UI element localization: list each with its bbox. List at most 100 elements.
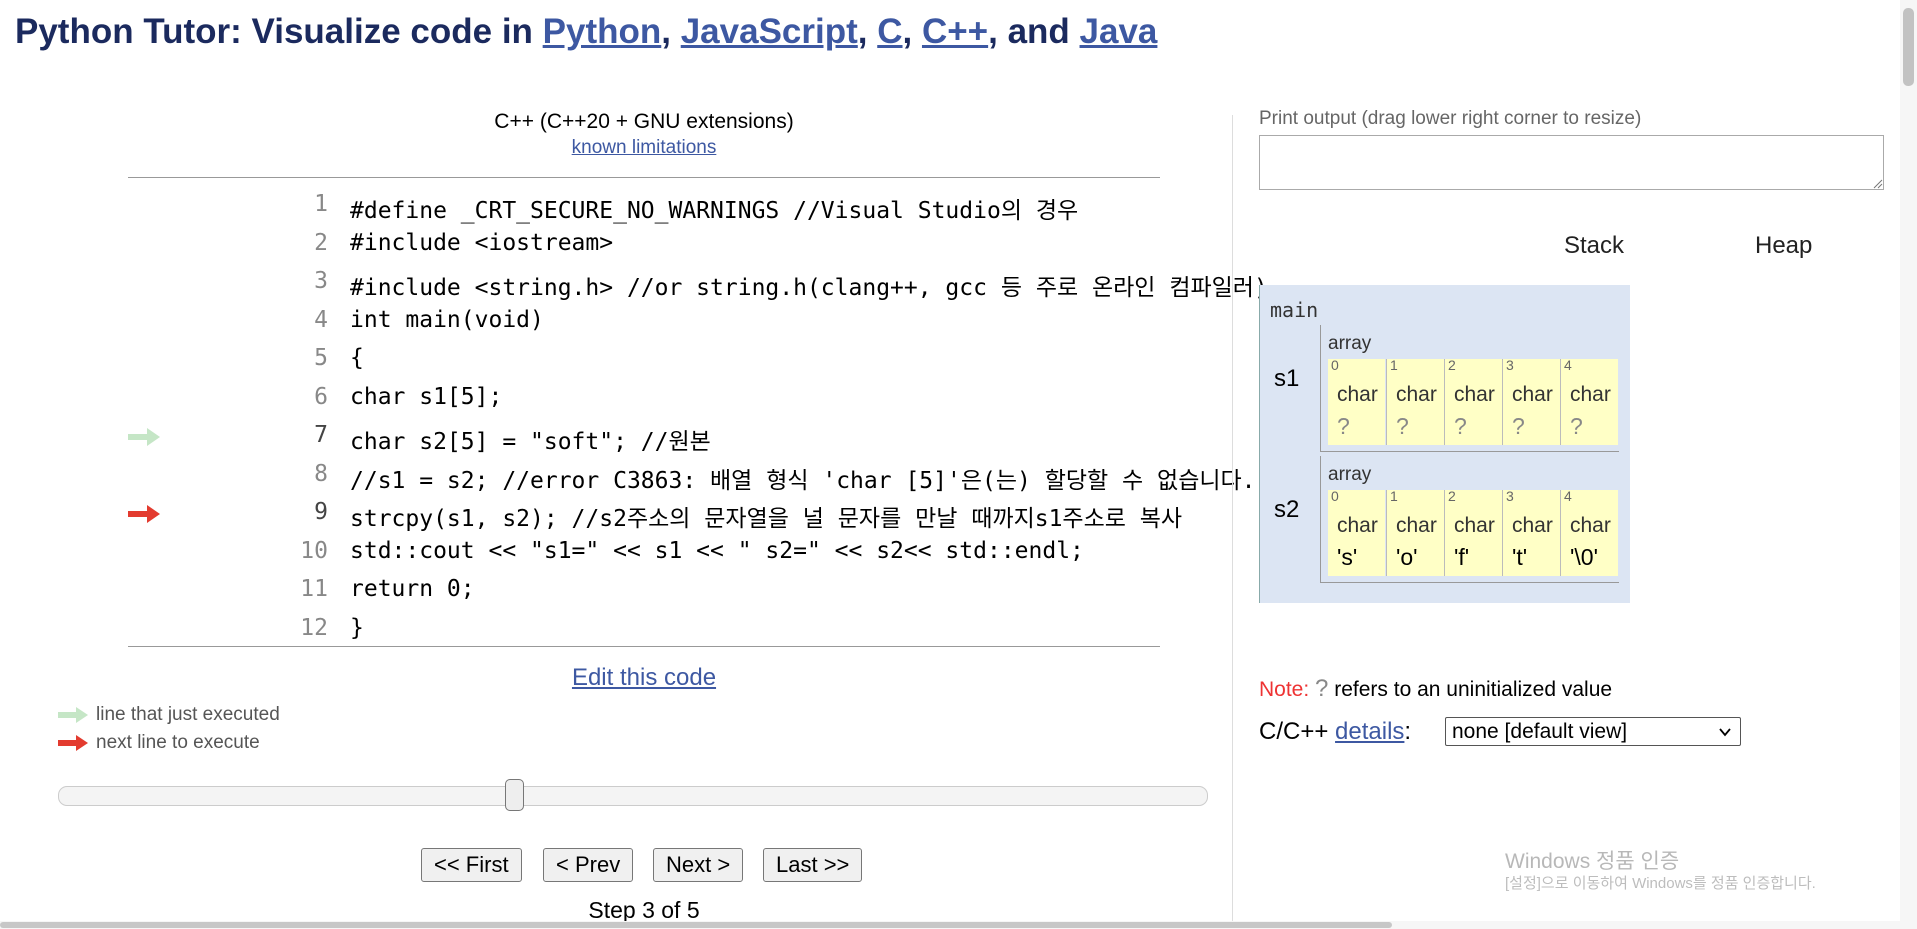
- page-title: Python Tutor: Visualize code in Python , …: [15, 12, 1157, 52]
- note-text: refers to an uninitialized value: [1334, 678, 1613, 701]
- array-cell: 0 char 's': [1328, 488, 1385, 576]
- next-button[interactable]: Next >: [653, 848, 744, 882]
- cell-value: 't': [1512, 544, 1528, 570]
- cell-value: ?: [1454, 413, 1467, 439]
- array-cell: 1 char 'o': [1386, 488, 1444, 576]
- note-symbol: ?: [1315, 675, 1329, 702]
- details-prefix: C/C++: [1259, 718, 1329, 745]
- vertical-scrollbar[interactable]: [1900, 0, 1917, 929]
- line-number: 9: [314, 499, 328, 525]
- code-display: 1 #define _CRT_SECURE_NO_WARNINGS //Visua…: [128, 177, 1268, 649]
- array-index: 1: [1390, 357, 1398, 373]
- array-index: 3: [1506, 357, 1514, 373]
- last-button[interactable]: Last >>: [763, 848, 863, 882]
- array-cell: 3 char 't': [1502, 488, 1560, 576]
- edit-code-container: Edit this code: [128, 664, 1160, 692]
- title-sep: ,: [857, 12, 878, 51]
- vertical-scroll-thumb[interactable]: [1903, 8, 1914, 86]
- horizontal-scrollbar[interactable]: [0, 921, 1900, 929]
- stack-header: Stack: [1564, 232, 1625, 259]
- array-label: array: [1328, 333, 1372, 354]
- legend-executed: line that just executed: [58, 704, 280, 726]
- cell-type: char: [1570, 514, 1611, 537]
- code-line: 6 char s1[5];: [128, 380, 1160, 418]
- link-java[interactable]: Java: [1080, 12, 1158, 51]
- details-row: C/C++ details:: [1259, 718, 1411, 746]
- array-index: 0: [1331, 357, 1339, 373]
- array-index: 4: [1564, 488, 1572, 504]
- title-sep: , and: [988, 12, 1080, 51]
- resize-handle-icon[interactable]: [1871, 177, 1883, 189]
- line-number: 5: [314, 345, 328, 371]
- executed-line-arrow-icon: [128, 428, 160, 446]
- code-line: 11 return 0;: [128, 572, 1160, 610]
- line-number: 11: [300, 576, 328, 602]
- cell-type: char: [1396, 383, 1437, 406]
- cell-type: char: [1337, 383, 1378, 406]
- windows-activation-title: Windows 정품 인증: [1505, 850, 1680, 873]
- title-sep: ,: [902, 12, 922, 51]
- array-box: array 0 char 's' 1 char 'o' 2 char 'f' 3 char 't' 4 ch…: [1320, 456, 1619, 583]
- cell-type: char: [1396, 514, 1437, 537]
- link-javascript[interactable]: JavaScript: [681, 12, 858, 51]
- chevron-down-icon: [1719, 728, 1731, 737]
- code-line: 7 char s2[5] = "soft"; //원본: [128, 418, 1160, 456]
- code-text: char s2[5] = "soft"; //원본: [350, 429, 711, 455]
- link-c[interactable]: C: [877, 12, 902, 51]
- prev-button[interactable]: < Prev: [543, 848, 634, 882]
- array-cell: 3 char?: [1502, 357, 1560, 445]
- step-slider[interactable]: [58, 779, 1208, 811]
- code-text: int main(void): [350, 306, 544, 333]
- array-index: 1: [1390, 488, 1398, 504]
- view-mode-select[interactable]: none [default view]: [1445, 717, 1741, 746]
- variable-name: s1: [1274, 365, 1300, 392]
- known-limitations-link[interactable]: known limitations: [572, 137, 717, 158]
- view-mode-value: none [default view]: [1452, 720, 1628, 743]
- heap-header: Heap: [1755, 232, 1813, 259]
- cell-type: char: [1570, 383, 1611, 406]
- code-text: strcpy(s1, s2); //s2주소의 문자열을 널 문자를 만날 때까…: [350, 506, 1183, 532]
- print-output-box[interactable]: [1259, 135, 1884, 190]
- note-label: Note:: [1259, 678, 1310, 701]
- code-line: 8 //s1 = s2; //error C3863: 배열 형식 'char […: [128, 457, 1255, 495]
- code-text: {: [350, 345, 364, 371]
- cell-type: char: [1337, 514, 1378, 537]
- first-button[interactable]: << First: [421, 848, 522, 882]
- code-text: #define _CRT_SECURE_NO_WARNINGS //Visual…: [350, 198, 1079, 224]
- line-number: 7: [314, 422, 328, 448]
- title-prefix: Python Tutor: Visualize code in: [15, 12, 543, 51]
- array-cell: 4 char '\0': [1560, 488, 1618, 576]
- line-number: 6: [314, 383, 328, 410]
- print-output-label: Print output (drag lower right corner to…: [1259, 108, 1642, 129]
- array-label: array: [1328, 464, 1372, 485]
- panel-divider: [1232, 115, 1233, 929]
- cell-value: ?: [1512, 413, 1525, 439]
- next-line-arrow-icon: [128, 505, 160, 523]
- legend-next: next line to execute: [58, 732, 260, 754]
- next-arrow-icon: [58, 734, 88, 751]
- edit-code-link[interactable]: Edit this code: [572, 664, 716, 691]
- code-line: 12}: [128, 611, 1160, 649]
- array-cell: 0 char?: [1328, 357, 1385, 445]
- code-text: char s1[5];: [350, 383, 503, 410]
- uninitialized-note: Note: ? refers to an uninitialized value: [1259, 675, 1612, 703]
- array-index: 3: [1506, 488, 1514, 504]
- line-number: 12: [300, 614, 328, 641]
- link-python[interactable]: Python: [543, 12, 662, 51]
- code-line: 4 int main(void): [128, 303, 1160, 341]
- array-cell: 2 char?: [1444, 357, 1502, 445]
- code-text: std::cout << "s1=" << s1 << " s2=" << s2…: [350, 537, 1084, 564]
- array-cell: 2 char 'f': [1444, 488, 1502, 576]
- code-text: #include <iostream>: [350, 229, 614, 256]
- line-number: 10: [300, 537, 328, 564]
- code-line: 5{: [128, 341, 1160, 379]
- line-number: 3: [314, 268, 328, 294]
- details-link[interactable]: details: [1335, 718, 1404, 745]
- link-cpp[interactable]: C++: [922, 12, 988, 51]
- horizontal-scroll-thumb[interactable]: [0, 922, 1392, 928]
- array-box: array 0 char? 1 char? 2 char? 3 char? 4 char?: [1320, 325, 1619, 452]
- step-slider-thumb[interactable]: [505, 779, 524, 811]
- cell-value: 'o': [1396, 544, 1418, 570]
- executed-arrow-icon: [58, 706, 88, 723]
- cell-value: ?: [1337, 413, 1350, 439]
